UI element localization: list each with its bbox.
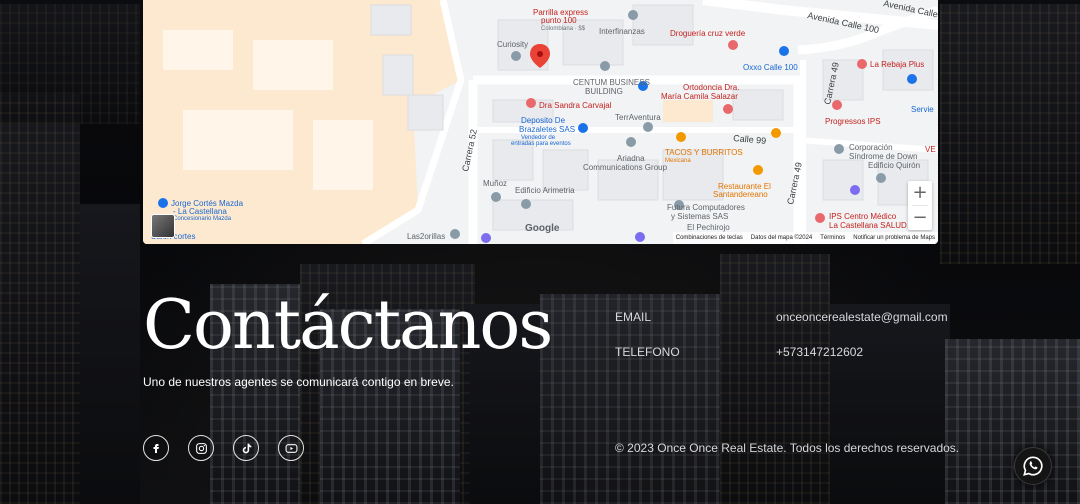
poi-label: - La Castellana [173,207,227,216]
whatsapp-icon [1023,456,1043,476]
poi-label: El Pechirojo [687,223,730,232]
road-label: Calle 99 [733,133,767,146]
poi-label: Muñoz [483,179,507,188]
poi-label: La Castellana SALUD [829,221,907,230]
email-value[interactable]: onceoncerealestate@gmail.com [776,309,948,325]
poi-label: entradas para eventos [511,141,571,147]
poi-label: Communications Group [583,163,668,172]
poi-label: CENTUM BUSINESS [573,78,650,87]
instagram-icon[interactable] [188,435,214,461]
email-label: EMAIL [615,310,652,324]
poi-label: Interfinanzas [599,27,645,36]
poi-label: Las2orillas [407,232,445,241]
report-problem-link[interactable]: Notificar un problema de Maps [853,232,935,244]
poi-label: Futura Computadores [667,203,745,212]
poi-label: Edificio Quirón [868,161,920,170]
poi-label: Mexicana [665,158,691,164]
poi-label: Corporación [849,143,893,152]
copyright-text: © 2023 Once Once Real Estate. Todos los … [615,441,960,455]
zoom-control: + − [908,181,932,230]
map-footer: Combinaciones de teclas Datos del mapa ©… [672,232,938,244]
keyboard-shortcuts-link[interactable]: Combinaciones de teclas [676,232,743,244]
phone-label: TELEFONO [615,345,680,359]
terms-link[interactable]: Términos [820,232,845,244]
poi-label: Síndrome de Down [849,152,917,161]
poi-label: TerrAventura [615,113,661,122]
poi-label: Colombiana · $$ [541,26,586,32]
poi-label: Edificio Arimetria [515,186,575,195]
youtube-icon[interactable] [278,435,304,461]
map-data-text: Datos del mapa ©2024 [750,235,813,241]
google-logo: Google [525,223,560,234]
contact-heading: Contáctanos [143,286,553,365]
poi-label: TACOS Y BURRITOS [665,148,743,157]
zoom-out-button[interactable]: − [908,206,932,230]
poi-label: BUILDING [585,87,623,96]
poi-label: Dra Sandra Carvajal [539,101,612,110]
embedded-map[interactable]: Avenida Calle 100 Avenida Calle 100 Call… [143,0,938,244]
poi-label: VE [925,145,936,154]
poi-label: Progressos IPS [825,117,881,126]
poi-label: Ortodoncia Dra. [683,83,739,92]
street-view-thumbnail[interactable] [151,214,175,238]
poi-label: Curiosity [497,40,528,49]
poi-label: Deposito De [521,116,566,125]
poi-label: Santandereano [713,190,768,199]
poi-label: IPS Centro Médico [829,212,897,221]
poi-label: Droguería cruz verde [670,29,746,38]
poi-label: Ariadna [617,154,645,163]
facebook-icon[interactable] [143,435,169,461]
poi-label: y Sistemas SAS [671,212,728,221]
poi-label: La Rebaja Plus [870,60,924,69]
poi-label: Oxxo Calle 100 [743,63,798,72]
poi-label: Brazaletes SAS [519,125,575,134]
poi-label: Concesionario Mazda [173,216,232,222]
zoom-in-button[interactable]: + [908,181,932,205]
whatsapp-button[interactable] [1014,447,1052,485]
poi-label: María Camila Salazar [661,92,738,101]
phone-value[interactable]: +573147212602 [776,344,863,360]
poi-label: Servie [911,105,934,114]
map-canvas[interactable]: Avenida Calle 100 Avenida Calle 100 Call… [143,0,938,244]
contact-subtitle: Uno de nuestros agentes se comunicará co… [143,375,454,389]
tiktok-icon[interactable] [233,435,259,461]
poi-label: punto 100 [541,16,577,25]
